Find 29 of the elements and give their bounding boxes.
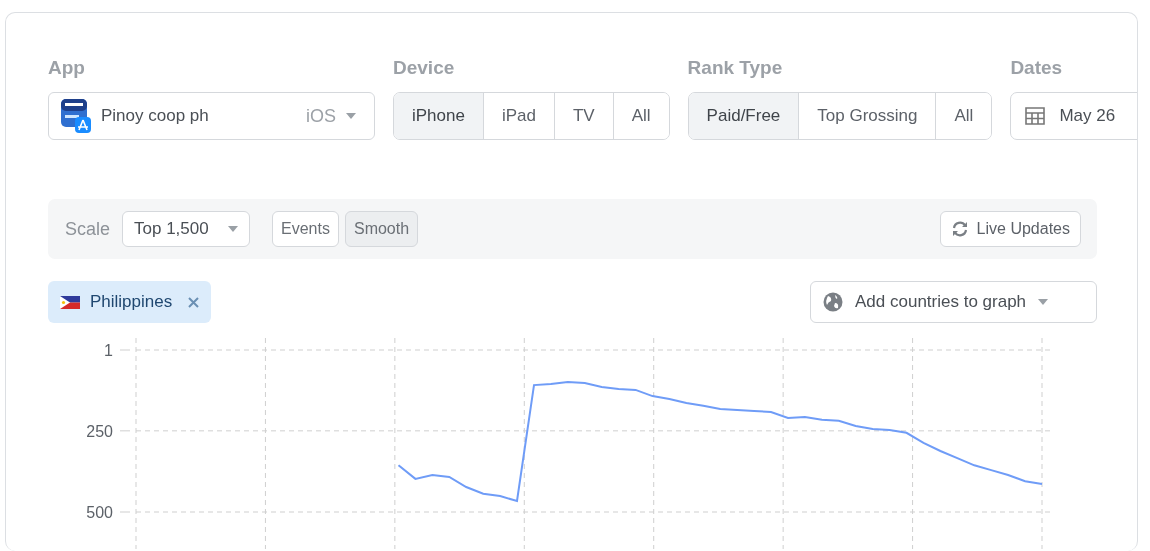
scale-select[interactable]: Top 1,500 bbox=[122, 211, 251, 247]
toggle-button[interactable]: Events bbox=[272, 211, 339, 247]
rank-type-tab[interactable]: Paid/Free bbox=[688, 93, 799, 139]
caret-icon bbox=[1038, 299, 1049, 305]
caret-icon bbox=[346, 113, 356, 119]
caret-icon bbox=[228, 226, 239, 232]
flag-icon bbox=[60, 295, 80, 309]
y-axis-label: 250 bbox=[86, 422, 113, 440]
device-tab[interactable]: All bbox=[612, 93, 669, 139]
app-select[interactable]: Pinoy coop ph iOS bbox=[48, 92, 375, 140]
app-icon bbox=[61, 99, 91, 133]
y-axis-label: 1 bbox=[104, 342, 113, 359]
date-picker[interactable]: May 26 bbox=[1010, 92, 1137, 140]
app-label: App bbox=[48, 57, 86, 80]
scale-label: Scale bbox=[65, 218, 111, 240]
add-countries-button[interactable]: Add countries to graph bbox=[810, 281, 1097, 323]
device-tab[interactable]: iPhone bbox=[394, 93, 483, 139]
refresh-icon bbox=[950, 221, 969, 237]
calendar-icon bbox=[1025, 106, 1046, 126]
dates-label: Dates bbox=[1010, 57, 1064, 80]
toggle-button[interactable]: Smooth bbox=[344, 211, 419, 247]
rank-type-tab[interactable]: All bbox=[935, 93, 992, 139]
live-updates-button[interactable]: Live Updates bbox=[939, 211, 1081, 247]
country-chip: Philippines bbox=[48, 281, 212, 323]
device-label: Device bbox=[393, 57, 456, 80]
globe-icon bbox=[823, 292, 843, 312]
close-icon[interactable] bbox=[188, 296, 200, 308]
rank-type-label: Rank Type bbox=[687, 57, 784, 80]
y-axis-label: 500 bbox=[86, 504, 113, 521]
